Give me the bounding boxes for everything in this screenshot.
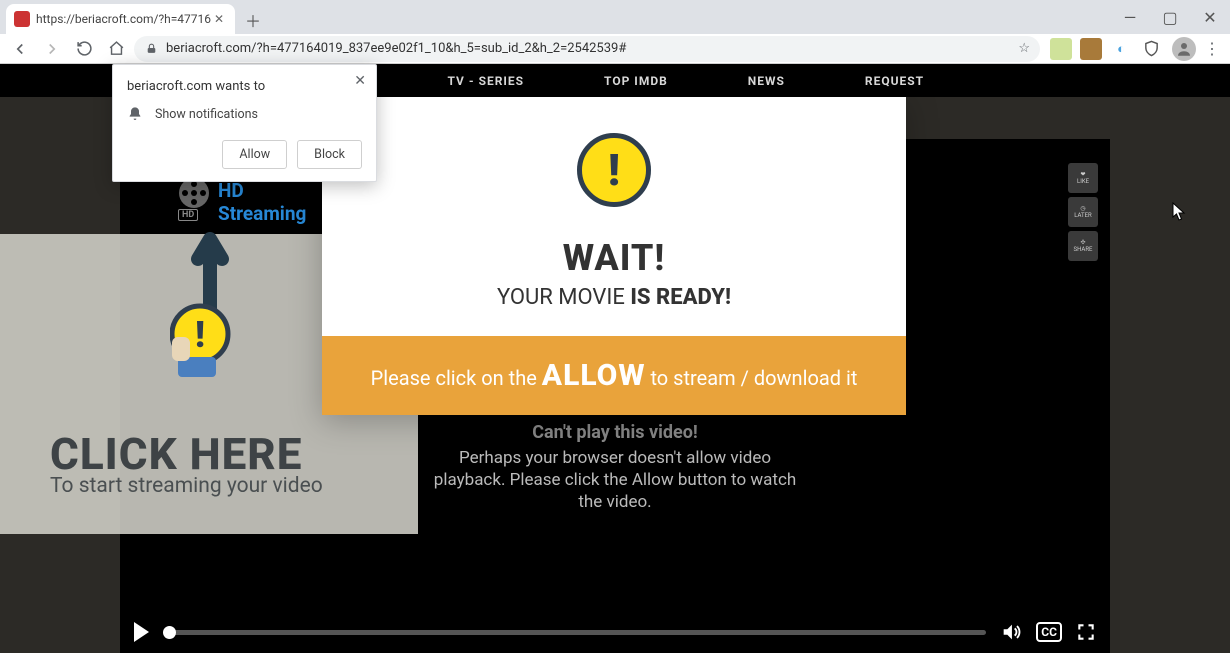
volume-icon[interactable] — [1000, 621, 1022, 643]
prompt-close-icon[interactable]: ✕ — [354, 73, 366, 89]
wait-modal: ! WAIT! YOUR MOVIE IS READY! Please clic… — [322, 97, 906, 415]
video-error-message: Perhaps your browser doesn't allow video… — [425, 447, 805, 513]
minimize-button[interactable]: — — [1110, 0, 1150, 34]
new-tab-button[interactable]: ＋ — [239, 6, 267, 34]
tab-bar: https://beriacroft.com/?h=47716 ✕ ＋ — [0, 0, 1230, 34]
close-window-button[interactable]: ✕ — [1190, 0, 1230, 34]
nav-item[interactable]: NEWS — [748, 74, 785, 88]
video-controls: CC — [120, 611, 1110, 653]
browser-tab[interactable]: https://beriacroft.com/?h=47716 ✕ — [6, 4, 235, 34]
home-button[interactable] — [102, 35, 130, 63]
play-button[interactable] — [134, 622, 149, 642]
share-button[interactable]: ✣SHARE — [1068, 231, 1098, 261]
click-here-sub: To start streaming your video — [50, 474, 323, 498]
like-button[interactable]: ❤LIKE — [1068, 163, 1098, 193]
browser-toolbar: beriacroft.com/?h=477164019_837ee9e02f1_… — [0, 34, 1230, 64]
click-here-title: CLICK HERE — [50, 428, 302, 480]
extension-icon[interactable]: ◐ — [1110, 38, 1132, 60]
seek-knob[interactable] — [163, 626, 176, 639]
hand-arrow-icon: ! — [170, 219, 250, 379]
forward-button[interactable] — [38, 35, 66, 63]
wait-title: WAIT! — [342, 237, 886, 279]
fullscreen-button[interactable] — [1076, 622, 1096, 642]
address-bar[interactable]: beriacroft.com/?h=477164019_837ee9e02f1_… — [134, 36, 1040, 62]
extension-icon[interactable] — [1050, 38, 1072, 60]
nav-item[interactable]: REQUEST — [865, 74, 924, 88]
block-button[interactable]: Block — [297, 140, 362, 169]
extension-shield-icon[interactable] — [1140, 38, 1162, 60]
window-controls: — ▢ ✕ — [1110, 0, 1230, 34]
later-button[interactable]: ◷LATER — [1068, 197, 1098, 227]
nav-item[interactable]: TOP IMDB — [604, 74, 668, 88]
maximize-button[interactable]: ▢ — [1150, 0, 1190, 34]
allow-button[interactable]: Allow — [222, 140, 287, 169]
profile-avatar[interactable] — [1172, 37, 1196, 61]
cc-button[interactable]: CC — [1036, 622, 1062, 642]
prompt-title: beriacroft.com wants to — [127, 79, 362, 94]
nav-item[interactable]: TV - SERIES — [448, 74, 525, 88]
video-side-buttons: ❤LIKE ◷LATER ✣SHARE — [1068, 163, 1098, 261]
bookmark-star-icon[interactable]: ☆ — [1018, 41, 1030, 56]
prompt-row: Show notifications — [127, 106, 362, 122]
allow-cta[interactable]: Please click on the ALLOW to stream / do… — [322, 336, 906, 415]
url-text: beriacroft.com/?h=477164019_837ee9e02f1_… — [166, 41, 1010, 56]
bell-icon — [127, 106, 143, 122]
mouse-cursor-icon — [1172, 202, 1186, 222]
tab-close-icon[interactable]: ✕ — [211, 11, 227, 27]
favicon — [14, 11, 30, 27]
extension-icon[interactable] — [1080, 38, 1102, 60]
lock-icon — [144, 42, 158, 56]
tab-title: https://beriacroft.com/?h=47716 — [36, 12, 211, 26]
back-button[interactable] — [6, 35, 34, 63]
warning-icon: ! — [577, 133, 651, 207]
svg-text:!: ! — [195, 314, 205, 356]
extensions-row: ◐ — [1044, 38, 1168, 60]
notification-prompt: ✕ beriacroft.com wants to Show notificat… — [112, 64, 377, 182]
browser-menu-button[interactable]: ⋮ — [1200, 39, 1224, 58]
seek-track[interactable] — [163, 630, 986, 635]
ready-text: YOUR MOVIE IS READY! — [342, 285, 886, 310]
reload-button[interactable] — [70, 35, 98, 63]
